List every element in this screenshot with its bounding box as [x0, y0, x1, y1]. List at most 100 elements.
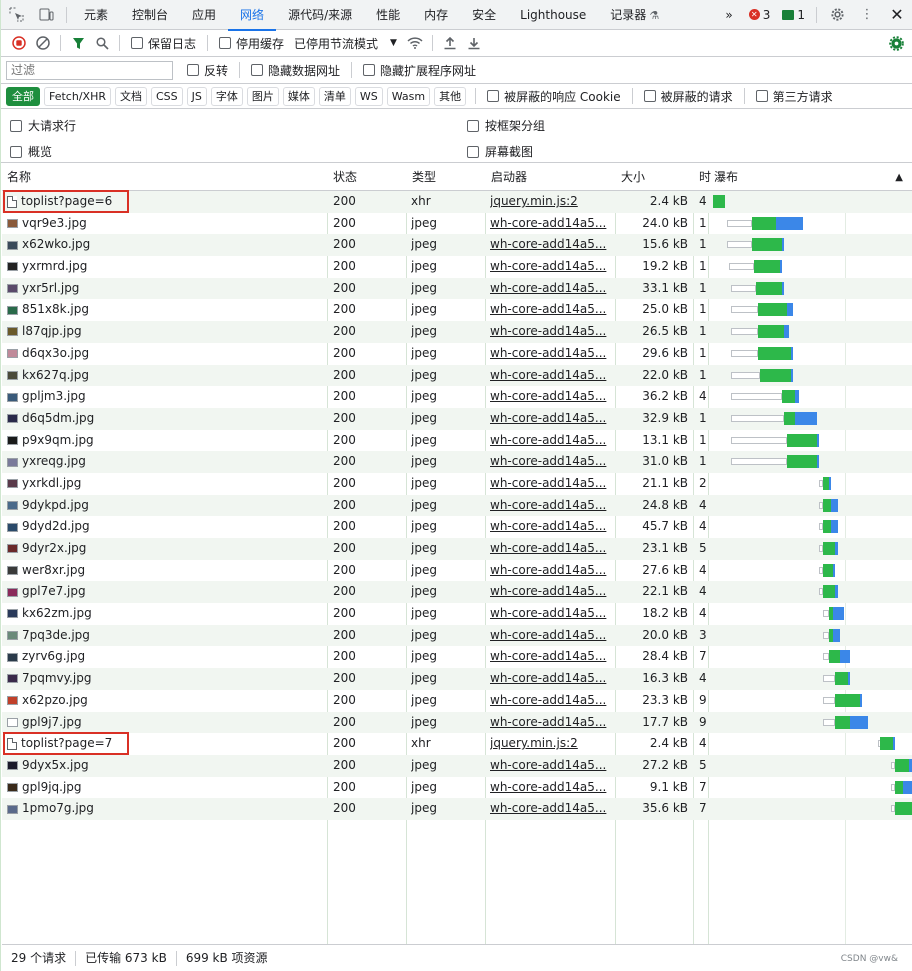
- table-row[interactable]: vqr9e3.jpg 200 jpeg wh-core-add14a5... 24.0 …: [2, 213, 912, 235]
- table-row[interactable]: 9dyr2x.jpg 200 jpeg wh-core-add14a5... 23.1 …: [2, 538, 912, 560]
- group-by-frame-checkbox[interactable]: 按框架分组: [467, 117, 545, 134]
- waterfall-bar[interactable]: [709, 451, 912, 473]
- table-row[interactable]: wer8xr.jpg 200 jpeg wh-core-add14a5... 27.6 …: [2, 560, 912, 582]
- blocked-requests-checkbox[interactable]: 被屏蔽的请求: [643, 88, 733, 105]
- third-party-checkbox[interactable]: 第三方请求: [755, 88, 833, 105]
- checkbox-box[interactable]: [467, 119, 479, 132]
- cell-name[interactable]: yxrkdl.jpg: [7, 473, 325, 495]
- table-row[interactable]: yxr5rl.jpg 200 jpeg wh-core-add14a5... 33.1 …: [2, 277, 912, 300]
- waterfall-bar[interactable]: [709, 798, 912, 820]
- table-row[interactable]: d6q5dm.jpg 200 jpeg wh-core-add14a5... 32.9 …: [2, 407, 912, 430]
- sort-ascending-icon[interactable]: ▲: [895, 164, 903, 191]
- column-header-status[interactable]: 状态: [328, 164, 357, 191]
- table-row[interactable]: kx62zm.jpg 200 jpeg wh-core-add14a5... 18.2 …: [2, 603, 912, 625]
- disable-cache-checkbox[interactable]: 停用缓存: [219, 35, 284, 52]
- checkbox-box[interactable]: [10, 119, 22, 132]
- cell-initiator[interactable]: wh-core-add14a5...: [490, 712, 610, 734]
- filter-input[interactable]: [6, 60, 173, 80]
- cell-name[interactable]: toplist?page=7: [7, 733, 325, 755]
- table-row[interactable]: 1pmo7g.jpg 200 jpeg wh-core-add14a5... 35.6 …: [2, 798, 912, 820]
- cell-initiator[interactable]: wh-core-add14a5...: [490, 386, 610, 408]
- waterfall-bar[interactable]: [709, 755, 912, 777]
- cell-initiator[interactable]: wh-core-add14a5...: [490, 299, 610, 321]
- waterfall-bar[interactable]: [709, 581, 912, 603]
- column-header-initiator[interactable]: 启动器: [486, 164, 527, 191]
- cell-name[interactable]: p9x9qm.jpg: [7, 430, 325, 452]
- cell-name[interactable]: gpl9j7.jpg: [7, 712, 325, 734]
- table-row[interactable]: yxrkdl.jpg 200 jpeg wh-core-add14a5... 21.1 …: [2, 473, 912, 495]
- checkbox-box[interactable]: [187, 64, 199, 76]
- close-devtools-icon[interactable]: ✕: [882, 0, 912, 30]
- cell-name[interactable]: kx627q.jpg: [7, 365, 325, 387]
- table-row[interactable]: 7pq3de.jpg 200 jpeg wh-core-add14a5... 20.0 …: [2, 624, 912, 647]
- table-row[interactable]: zyrv6g.jpg 200 jpeg wh-core-add14a5... 28.4 …: [2, 646, 912, 668]
- cell-initiator[interactable]: wh-core-add14a5...: [490, 213, 610, 235]
- waterfall-bar[interactable]: [709, 343, 912, 365]
- cell-name[interactable]: 851x8k.jpg: [7, 299, 325, 321]
- cell-initiator[interactable]: wh-core-add14a5...: [490, 451, 610, 473]
- cell-name[interactable]: vqr9e3.jpg: [7, 213, 325, 235]
- checkbox-box[interactable]: [643, 90, 656, 102]
- waterfall-bar[interactable]: [709, 213, 912, 235]
- type-chip-0[interactable]: 全部: [6, 86, 40, 106]
- checkbox-box[interactable]: [363, 64, 376, 76]
- cell-name[interactable]: d6q5dm.jpg: [7, 408, 325, 430]
- table-row[interactable]: 9dyx5x.jpg 200 jpeg wh-core-add14a5... 27.2 …: [2, 754, 912, 777]
- type-chip-11[interactable]: 其他: [434, 86, 467, 106]
- cell-name[interactable]: yxreqg.jpg: [7, 451, 325, 473]
- more-options-icon[interactable]: ⋮: [852, 0, 882, 30]
- search-icon[interactable]: [90, 31, 114, 55]
- cell-initiator[interactable]: wh-core-add14a5...: [490, 278, 610, 300]
- cell-name[interactable]: 9dykpd.jpg: [7, 495, 325, 517]
- cell-initiator[interactable]: wh-core-add14a5...: [490, 495, 610, 517]
- cell-name[interactable]: 9dyx5x.jpg: [7, 755, 325, 777]
- cell-name[interactable]: yxrmrd.jpg: [7, 256, 325, 278]
- cell-initiator[interactable]: wh-core-add14a5...: [490, 538, 610, 560]
- cell-initiator[interactable]: wh-core-add14a5...: [490, 430, 610, 452]
- table-row[interactable]: x62wko.jpg 200 jpeg wh-core-add14a5... 15.6 …: [2, 234, 912, 257]
- cell-initiator[interactable]: wh-core-add14a5...: [490, 690, 610, 712]
- waterfall-bar[interactable]: [709, 386, 912, 408]
- table-row[interactable]: p9x9qm.jpg 200 jpeg wh-core-add14a5... 13.1 …: [2, 430, 912, 452]
- cell-name[interactable]: gpl7e7.jpg: [7, 581, 325, 603]
- checkbox-box[interactable]: [251, 64, 264, 76]
- blocked-cookies-checkbox[interactable]: 被屏蔽的响应 Cookie: [487, 88, 621, 105]
- type-chip-4[interactable]: JS: [186, 86, 207, 106]
- cell-initiator[interactable]: jquery.min.js:2: [490, 191, 610, 213]
- type-chip-3[interactable]: CSS: [150, 86, 183, 106]
- checkbox-box[interactable]: [467, 145, 479, 158]
- overview-checkbox[interactable]: 概览: [10, 143, 52, 160]
- cell-initiator[interactable]: wh-core-add14a5...: [490, 625, 610, 647]
- type-chip-1[interactable]: Fetch/XHR: [44, 86, 111, 106]
- waterfall-bar[interactable]: [709, 690, 912, 712]
- cell-name[interactable]: 9dyd2d.jpg: [7, 516, 325, 538]
- table-row[interactable]: toplist?page=7 200 xhr jquery.min.js:2 2.4 k…: [2, 732, 912, 756]
- cell-initiator[interactable]: wh-core-add14a5...: [490, 798, 610, 820]
- errors-badge[interactable]: ✕ 3: [743, 8, 777, 22]
- record-stop-icon[interactable]: [7, 31, 31, 55]
- tab-5[interactable]: 性能: [364, 0, 412, 30]
- column-header-name[interactable]: 名称: [2, 164, 31, 191]
- screenshots-checkbox[interactable]: 屏幕截图: [467, 143, 533, 160]
- cell-name[interactable]: kx62zm.jpg: [7, 603, 325, 625]
- type-chip-9[interactable]: WS: [354, 86, 383, 106]
- waterfall-bar[interactable]: [709, 668, 912, 690]
- waterfall-bar[interactable]: [709, 603, 912, 625]
- table-row[interactable]: 851x8k.jpg 200 jpeg wh-core-add14a5... 25.0 …: [2, 299, 912, 321]
- waterfall-bar[interactable]: [709, 299, 912, 321]
- settings-gear-icon[interactable]: [822, 0, 852, 30]
- cell-initiator[interactable]: wh-core-add14a5...: [490, 343, 610, 365]
- cell-initiator[interactable]: wh-core-add14a5...: [490, 408, 610, 430]
- tab-6[interactable]: 内存: [412, 0, 460, 30]
- network-conditions-wifi-icon[interactable]: [403, 31, 427, 55]
- cell-initiator[interactable]: wh-core-add14a5...: [490, 365, 610, 387]
- cell-initiator[interactable]: wh-core-add14a5...: [490, 560, 610, 582]
- cell-initiator[interactable]: wh-core-add14a5...: [490, 234, 610, 256]
- table-row[interactable]: yxreqg.jpg 200 jpeg wh-core-add14a5... 31.0 …: [2, 451, 912, 473]
- cell-name[interactable]: 9dyr2x.jpg: [7, 538, 325, 560]
- cell-name[interactable]: d6qx3o.jpg: [7, 343, 325, 365]
- table-row[interactable]: d6qx3o.jpg 200 jpeg wh-core-add14a5... 29.6 …: [2, 343, 912, 365]
- waterfall-bar[interactable]: [709, 191, 912, 213]
- cell-initiator[interactable]: wh-core-add14a5...: [490, 603, 610, 625]
- big-request-rows-checkbox[interactable]: 大请求行: [10, 117, 76, 134]
